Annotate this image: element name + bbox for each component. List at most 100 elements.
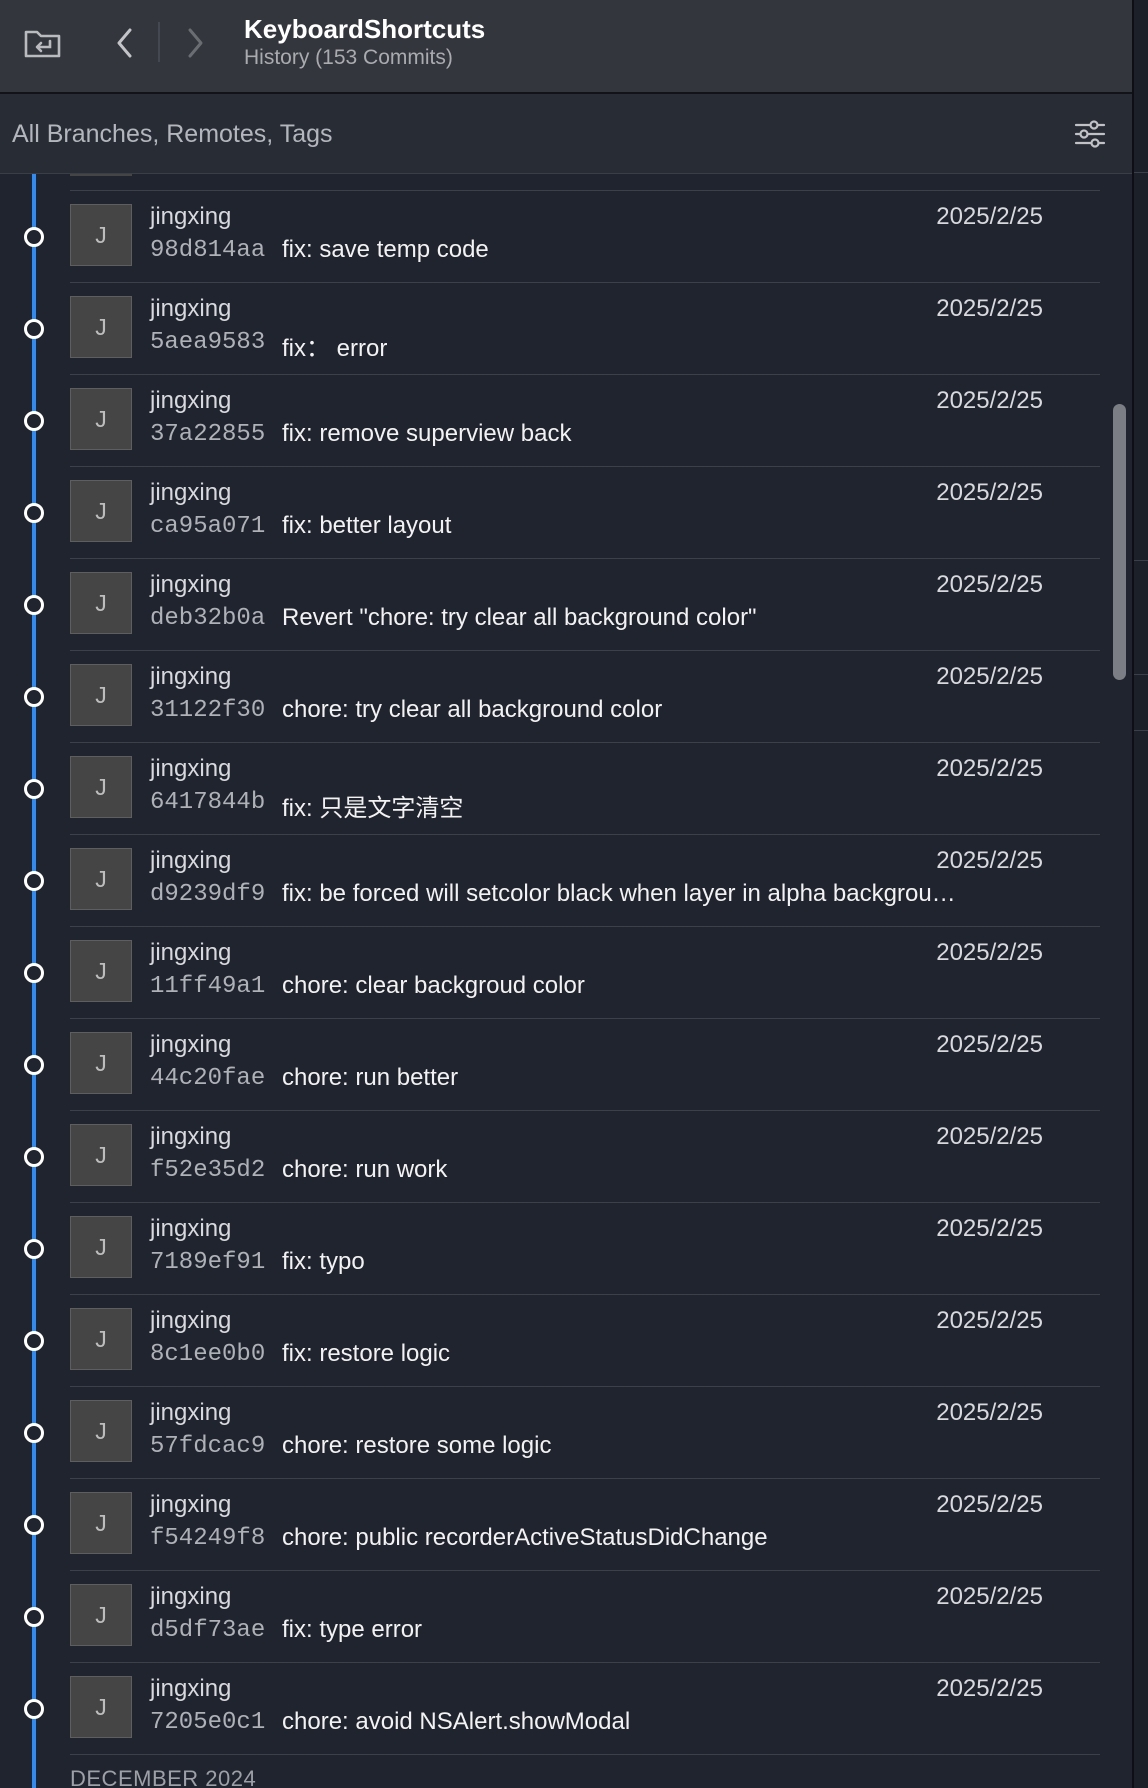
commit-date: 2025/2/25 <box>936 939 1043 966</box>
commit-row[interactable]: Jjingxing 2025/2/25 11ff49a1 chore: clear b… <box>0 927 1100 1019</box>
commit-date: 2025/2/25 <box>936 755 1043 782</box>
commit-hash: 7189ef91 <box>150 1249 266 1276</box>
avatar: J <box>70 1676 132 1738</box>
commit-date: 2025/2/25 <box>936 1215 1043 1242</box>
commit-row[interactable]: Jjingxing 2025/2/25 6417844b fix: 只是文字清空 <box>0 743 1100 835</box>
commit-author: jingxing <box>150 1215 232 1242</box>
commit-node <box>24 1607 44 1627</box>
commit-row[interactable]: Jjingxing 2025/2/25 d5df73ae fix: type erro… <box>0 1571 1100 1663</box>
commit-date: 2025/2/25 <box>936 1675 1043 1702</box>
avatar: J <box>70 848 132 910</box>
commit-row[interactable]: Jjingxing 2025/2/25 ca95a071 fix: better la… <box>0 467 1100 559</box>
commit-date: 2025/2/25 <box>936 1307 1043 1334</box>
git-history-window: KeyboardShortcuts History (153 Commits) … <box>0 0 1132 1788</box>
commit-author: jingxing <box>150 939 232 966</box>
commit-row[interactable]: Jjingxing 2025/2/25 98d814aa fix: save temp… <box>0 191 1100 283</box>
avatar: J <box>70 1308 132 1370</box>
commit-node <box>24 319 44 339</box>
commit-author: jingxing <box>150 571 232 598</box>
commit-hash: d9239df9 <box>150 881 266 908</box>
branch-filter-bar[interactable]: All Branches, Remotes, Tags <box>0 94 1132 174</box>
commit-message: Revert "chore: try clear all background … <box>282 604 757 631</box>
commit-row[interactable]: Jjingxing 2025/2/25 7205e0c1 chore: avoid N… <box>0 1663 1100 1755</box>
commit-message: fix: save temp code <box>282 236 489 263</box>
commit-node <box>24 595 44 615</box>
commit-message: chore: try clear all background color <box>282 696 663 723</box>
commit-message: fix： error <box>282 335 388 362</box>
commit-message: fix: 只是文字清空 <box>282 795 464 822</box>
commit-row[interactable]: Jjingxing 2025/2/25 f52e35d2 chore: run wor… <box>0 1111 1100 1203</box>
commit-node <box>24 1699 44 1719</box>
commit-date: 2025/2/25 <box>936 295 1043 322</box>
commit-hash: 5aea9583 <box>150 329 266 356</box>
scrollbar-thumb[interactable] <box>1113 404 1126 680</box>
open-repo-icon[interactable] <box>22 22 64 64</box>
commit-message: chore: avoid NSAlert.showModal <box>282 1708 631 1735</box>
commit-hash: f52e35d2 <box>150 1157 266 1184</box>
commit-count-subtitle: History (153 Commits) <box>244 46 453 69</box>
commit-message: fix: be forced will setcolor black when … <box>282 880 956 907</box>
commit-date: 2025/2/25 <box>936 387 1043 414</box>
avatar: J <box>70 204 132 266</box>
avatar: J <box>70 296 132 358</box>
commit-node <box>24 1515 44 1535</box>
commit-date: 2025/2/25 <box>936 1399 1043 1426</box>
avatar: J <box>70 388 132 450</box>
forward-chevron-icon[interactable] <box>174 22 216 64</box>
commit-message: chore: restore some logic <box>282 1432 552 1459</box>
commit-node <box>24 1423 44 1443</box>
back-chevron-icon[interactable] <box>104 22 146 64</box>
avatar: J <box>70 664 132 726</box>
commit-date: 2025/2/25 <box>936 479 1043 506</box>
branch-filter-label[interactable]: All Branches, Remotes, Tags <box>12 120 333 149</box>
commit-row[interactable]: Jjingxing 2025/2/25 37a22855 fix: remove su… <box>0 375 1100 467</box>
toolbar-separator <box>158 22 160 62</box>
commit-hash: 7205e0c1 <box>150 1709 266 1736</box>
commit-date: 2025/2/25 <box>936 1491 1043 1518</box>
commit-date: 2025/2/25 <box>936 1031 1043 1058</box>
commit-message: chore: public recorderActiveStatusDidCha… <box>282 1524 768 1551</box>
commit-hash: 44c20fae <box>150 1065 266 1092</box>
commit-author: jingxing <box>150 203 232 230</box>
commit-row[interactable]: Jjingxing 2025/2/25 5aea9583 fix： error <box>0 283 1100 375</box>
commit-node <box>24 1055 44 1075</box>
commit-date: 2025/2/25 <box>936 1123 1043 1150</box>
row-divider <box>70 1754 1100 1755</box>
commit-node <box>24 687 44 707</box>
commit-row[interactable]: Jjingxing 2025/2/25 d9239df9 fix: be forced… <box>0 835 1100 927</box>
commit-date: 2025/2/25 <box>936 1583 1043 1610</box>
commit-date: 2025/2/25 <box>936 571 1043 598</box>
commit-node <box>24 411 44 431</box>
commit-hash: 57fdcac9 <box>150 1433 266 1460</box>
commit-message: fix: remove superview back <box>282 420 572 447</box>
commit-hash: 31122f30 <box>150 697 266 724</box>
commit-hash: deb32b0a <box>150 605 266 632</box>
commit-author: jingxing <box>150 1123 232 1150</box>
sliders-icon[interactable] <box>1070 114 1110 154</box>
commit-list[interactable]: Jjingxing 2025/2/25 98d814aa fix: save temp… <box>0 174 1132 1788</box>
commit-hash: 11ff49a1 <box>150 973 266 1000</box>
commit-row[interactable]: Jjingxing 2025/2/25 44c20fae chore: run bet… <box>0 1019 1100 1111</box>
commit-node <box>24 779 44 799</box>
commit-message: fix: restore logic <box>282 1340 451 1367</box>
commit-row[interactable]: Jjingxing 2025/2/25 f54249f8 chore: public … <box>0 1479 1100 1571</box>
commit-hash: f54249f8 <box>150 1525 266 1552</box>
commit-author: jingxing <box>150 1675 232 1702</box>
avatar: J <box>70 480 132 542</box>
commit-author: jingxing <box>150 1399 232 1426</box>
commit-node <box>24 963 44 983</box>
avatar: J <box>70 572 132 634</box>
commit-node <box>24 1331 44 1351</box>
commit-date: 2025/2/25 <box>936 663 1043 690</box>
commit-row[interactable]: Jjingxing 2025/2/25 7189ef91 fix: typo <box>0 1203 1100 1295</box>
avatar: J <box>70 1400 132 1462</box>
commit-row[interactable]: Jjingxing 2025/2/25 deb32b0a Revert "chore:… <box>0 559 1100 651</box>
commit-node <box>24 1239 44 1259</box>
commit-author: jingxing <box>150 847 232 874</box>
avatar: J <box>70 940 132 1002</box>
avatar: J <box>70 1124 132 1186</box>
commit-hash: d5df73ae <box>150 1617 266 1644</box>
commit-row[interactable]: Jjingxing 2025/2/25 8c1ee0b0 fix: restore l… <box>0 1295 1100 1387</box>
commit-row[interactable]: Jjingxing 2025/2/25 31122f30 chore: try cle… <box>0 651 1100 743</box>
commit-row[interactable]: Jjingxing 2025/2/25 57fdcac9 chore: restore… <box>0 1387 1100 1479</box>
